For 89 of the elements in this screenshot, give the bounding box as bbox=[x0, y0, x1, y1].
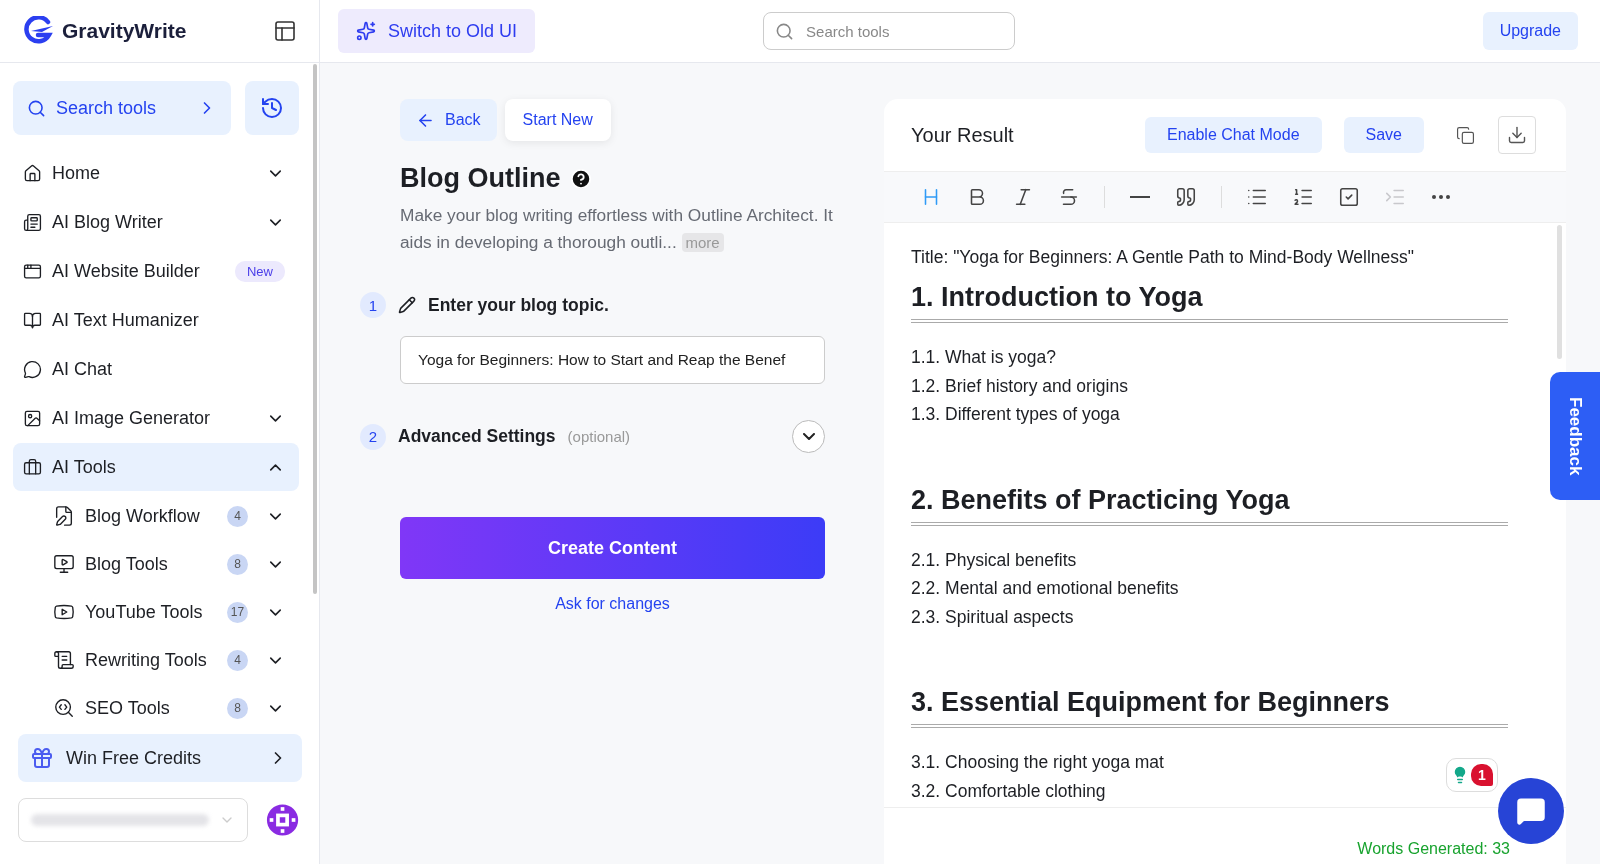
search-icon bbox=[27, 98, 46, 118]
topic-field[interactable]: Yoga for Beginners: How to Start and Reap the Benef bbox=[400, 336, 825, 384]
feedback-tab[interactable]: Feedback bbox=[1550, 372, 1600, 500]
copy-icon bbox=[1455, 125, 1475, 145]
horizontal-rule-icon bbox=[1130, 196, 1150, 198]
search-icon bbox=[775, 21, 795, 41]
alert-count: 1 bbox=[1471, 764, 1493, 786]
word-count: Words Generated: 33 bbox=[1357, 840, 1510, 858]
document-title: Title: "Yoga for Beginners: A Gentle Path to Mind-Body Wellness" bbox=[911, 247, 1416, 268]
gift-icon bbox=[30, 746, 54, 770]
chat-icon bbox=[1516, 796, 1546, 826]
sidebar-item[interactable]: AI Tools bbox=[13, 443, 299, 491]
logo-icon bbox=[22, 16, 54, 46]
sidebar-subitem[interactable]: Blog Tools 8 bbox=[13, 540, 299, 588]
document-icon bbox=[23, 212, 42, 232]
sidebar-item[interactable]: Home bbox=[13, 149, 299, 197]
optional-hint: (optional) bbox=[567, 428, 631, 445]
outline-item: 2.2. Mental and emotional benefits bbox=[911, 577, 1179, 600]
upgrade-button[interactable]: Upgrade bbox=[1482, 12, 1578, 50]
switch-ui-button[interactable]: Switch to Old UI bbox=[338, 9, 536, 53]
new-badge: New bbox=[235, 260, 285, 282]
tool-title: Blog Outline bbox=[400, 163, 561, 194]
result-title: Your Result bbox=[911, 123, 1015, 147]
count-badge: 8 bbox=[227, 553, 248, 575]
quote-icon bbox=[1175, 186, 1197, 208]
pencil-document-icon bbox=[53, 505, 75, 527]
count-badge: 4 bbox=[227, 649, 248, 671]
step-label: Enter your blog topic. bbox=[428, 294, 609, 316]
browser-window-icon bbox=[23, 261, 42, 281]
create-content-button[interactable]: Create Content bbox=[400, 517, 825, 579]
pencil-icon bbox=[398, 296, 416, 314]
chat-bubble-icon bbox=[23, 359, 42, 379]
search-tools-button[interactable]: Search tools bbox=[13, 81, 231, 135]
step-number: 1 bbox=[360, 292, 386, 318]
sidebar-item[interactable]: AI Image Generator bbox=[13, 394, 299, 442]
numbered-list-icon bbox=[1292, 186, 1314, 208]
scroll-icon bbox=[53, 649, 75, 671]
help-icon[interactable] bbox=[570, 167, 593, 190]
sidebar-item[interactable]: AI Website Builder New bbox=[13, 247, 299, 295]
step-label: Advanced Settings bbox=[398, 426, 556, 447]
ask-for-changes-link[interactable]: Ask for changes bbox=[555, 595, 670, 613]
briefcase-icon bbox=[23, 457, 42, 477]
outline-item: 2.3. Spiritual aspects bbox=[911, 605, 1074, 629]
search-field[interactable]: Search tools bbox=[763, 12, 1016, 50]
outline-item: 1.1. What is yoga? bbox=[911, 346, 1056, 369]
outline-item: 2.1. Physical benefits bbox=[911, 548, 1077, 572]
section-heading: 1. Introduction to Yoga bbox=[911, 282, 1508, 323]
strikethrough-icon bbox=[1058, 186, 1080, 208]
count-badge: 4 bbox=[227, 505, 248, 527]
sidebar-subitem[interactable]: Blog Workflow 4 bbox=[13, 492, 299, 540]
section-heading: 2. Benefits of Practicing Yoga bbox=[911, 484, 1508, 526]
start-new-button[interactable]: Start New bbox=[504, 99, 611, 141]
history-button[interactable] bbox=[245, 81, 299, 135]
history-icon bbox=[260, 96, 284, 120]
sidebar-subitem[interactable]: YouTube Tools 17 bbox=[13, 588, 299, 636]
more-icon bbox=[1432, 195, 1450, 199]
monitor-play-icon bbox=[53, 553, 75, 575]
sidebar-subitem[interactable]: SEO Tools 8 bbox=[13, 684, 299, 732]
outline-item: 1.3. Different types of yoga bbox=[911, 403, 1120, 426]
free-credits-button[interactable]: Win Free Credits bbox=[18, 734, 302, 782]
step-number: 2 bbox=[360, 423, 386, 450]
count-badge: 17 bbox=[227, 601, 248, 623]
outline-item: 3.2. Comfortable clothing bbox=[911, 779, 1106, 803]
back-button[interactable]: Back bbox=[400, 99, 497, 141]
sidebar-item[interactable]: AI Chat bbox=[13, 345, 299, 393]
book-icon bbox=[23, 310, 42, 330]
sidebar-subitem[interactable]: Rewriting Tools 4 bbox=[13, 636, 299, 684]
magnifier-icon bbox=[53, 697, 75, 719]
download-button[interactable] bbox=[1498, 116, 1536, 154]
image-icon bbox=[23, 408, 42, 428]
writing-assistant-widget[interactable]: 1 bbox=[1446, 758, 1498, 792]
outline-item: 1.2. Brief history and origins bbox=[911, 374, 1128, 398]
sparkles-icon bbox=[356, 21, 376, 41]
chat-mode-button[interactable]: Enable Chat Mode bbox=[1145, 117, 1322, 153]
avatar-icon[interactable] bbox=[265, 802, 299, 838]
house-icon bbox=[23, 163, 42, 183]
section-heading: 3. Essential Equipment for Beginners bbox=[911, 687, 1508, 728]
sidebar-item[interactable]: AI Text Humanizer bbox=[13, 296, 299, 344]
sidebar-toggle-icon[interactable] bbox=[273, 19, 297, 43]
save-button[interactable]: Save bbox=[1343, 117, 1424, 153]
brand-name: GravityWrite bbox=[62, 19, 188, 43]
checkbox-icon bbox=[1338, 186, 1360, 208]
outline-item: 3.1. Choosing the right yoga mat bbox=[911, 751, 1164, 774]
expand-button[interactable] bbox=[792, 420, 825, 453]
download-icon bbox=[1507, 125, 1527, 145]
tool-description: Make your blog writing effortless with Outline Architect. It aids in developing a thorough outli... more bbox=[400, 204, 834, 254]
chevron-down-icon bbox=[802, 433, 815, 440]
sidebar-item[interactable]: AI Blog Writer bbox=[13, 198, 299, 246]
count-badge: 8 bbox=[227, 697, 248, 719]
